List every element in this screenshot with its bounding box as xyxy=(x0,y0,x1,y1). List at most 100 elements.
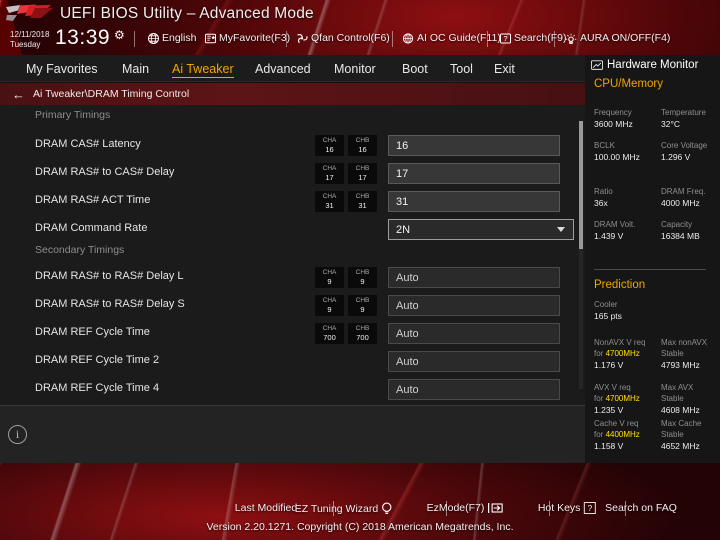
breadcrumb[interactable]: ← Ai Tweaker\DRAM Timing Control xyxy=(0,83,585,105)
channel-b-label: CHB xyxy=(355,137,370,144)
header-separator xyxy=(392,31,393,47)
metric-value: 4793 MHz xyxy=(661,360,700,370)
tab-advanced[interactable]: Advanced xyxy=(255,55,311,82)
prediction-metric: NonAVX V req for 4700MHz 1.176 V xyxy=(594,337,645,371)
setting-value-input[interactable]: Auto xyxy=(388,323,560,344)
tab-label: My Favorites xyxy=(26,61,98,76)
channel-b-value: 16 xyxy=(358,145,367,154)
setting-row[interactable]: DRAM REF Cycle Time 2 Auto xyxy=(0,351,585,372)
setting-value-input[interactable]: Auto xyxy=(388,351,560,372)
tab-boot[interactable]: Boot xyxy=(402,55,428,82)
header-item-english[interactable]: English xyxy=(148,32,196,44)
channel-b-label: CHB xyxy=(355,325,370,332)
setting-value-input[interactable]: 16 xyxy=(388,135,560,156)
channel-b-label: CHB xyxy=(355,269,370,276)
setting-value-input[interactable]: 17 xyxy=(388,163,560,184)
setting-value: Auto xyxy=(396,355,419,368)
metric-value: 1.296 V xyxy=(661,152,691,162)
metric-value: 4652 MHz xyxy=(661,441,700,451)
svg-text:?: ? xyxy=(503,34,507,43)
prediction-metric: Cache V req for 4400MHz 1.158 V xyxy=(594,418,640,452)
setting-value-input[interactable]: Auto xyxy=(388,379,560,400)
clock-text: 13:39 xyxy=(55,26,111,49)
header-item-qfan-control-f6[interactable]: Qfan Control(F6) xyxy=(296,32,390,44)
channel-b-readout: CHB 17 xyxy=(348,163,377,184)
cpu-memory-metric: DRAM Freq. 4000 MHz xyxy=(661,186,705,209)
top-header: UEFI BIOS Utility – Advanced Mode 12/11/… xyxy=(0,0,720,55)
sidebar-title: Hardware Monitor xyxy=(591,59,698,71)
channel-b-value: 17 xyxy=(358,173,367,182)
metric-sublabel: Stable xyxy=(661,430,684,439)
setting-value: Auto xyxy=(396,271,419,284)
channel-a-value: 16 xyxy=(325,145,334,154)
metric-value: 165 pts xyxy=(594,311,622,321)
settings-scrollbar[interactable] xyxy=(579,121,583,389)
setting-row[interactable]: DRAM CAS# Latency CHA 16 CHB 16 16 xyxy=(0,135,585,156)
prediction-metric: Max Cache Stable 4652 MHz xyxy=(661,418,701,452)
setting-row[interactable]: DRAM REF Cycle Time CHA 700 CHB 700 Auto xyxy=(0,323,585,344)
tab-main[interactable]: Main xyxy=(122,55,149,82)
footer-item-last-modified[interactable]: Last Modified xyxy=(235,502,297,514)
channel-b-readout: CHB 9 xyxy=(348,295,377,316)
setting-row[interactable]: DRAM Command Rate 2N xyxy=(0,219,585,240)
info-icon[interactable]: i xyxy=(8,425,27,444)
channel-a-label: CHA xyxy=(322,165,337,172)
setting-row[interactable]: DRAM REF Cycle Time 4 Auto xyxy=(0,379,585,400)
prediction-metric: Cooler 165 pts xyxy=(594,299,622,322)
metric-value: 1.176 V xyxy=(594,360,624,370)
footer-item-ez-tuning-wizard[interactable]: EZ Tuning Wizard xyxy=(295,502,393,515)
cpu-memory-metric: DRAM Volt. 1.439 V xyxy=(594,219,635,242)
channel-a-value: 700 xyxy=(323,333,336,342)
tab-label: Main xyxy=(122,61,150,76)
date-display: 12/11/2018 Tuesday xyxy=(10,30,49,49)
setting-row[interactable]: DRAM RAS# to RAS# Delay S CHA 9 CHB 9 Auto xyxy=(0,295,585,316)
tab-my-favorites[interactable]: My Favorites xyxy=(26,55,98,82)
tab-monitor[interactable]: Monitor xyxy=(334,55,376,82)
prediction-metric: AVX V req for 4700MHz 1.235 V xyxy=(594,382,640,416)
setting-value-input[interactable]: 31 xyxy=(388,191,560,212)
setting-row[interactable]: DRAM RAS# to CAS# Delay CHA 17 CHB 17 17 xyxy=(0,163,585,184)
channel-b-label: CHB xyxy=(355,193,370,200)
channel-a-label: CHA xyxy=(322,193,337,200)
footer-item-ezmode-f7-[interactable]: EzMode(F7) xyxy=(427,502,504,514)
header-item-label: Qfan Control(F6) xyxy=(311,32,390,44)
channel-a-value: 9 xyxy=(327,277,332,286)
header-item-ai-oc-guide-f11[interactable]: AI OC Guide(F11) xyxy=(402,32,501,44)
header-item-aura-on-off-f4[interactable]: AURA ON/OFF(F4) xyxy=(565,32,670,44)
footer-item-search-on-faq[interactable]: Search on FAQ xyxy=(605,502,677,514)
channel-b-readout: CHB 700 xyxy=(348,323,377,344)
prediction-heading: Prediction xyxy=(594,279,646,291)
tab-exit[interactable]: Exit xyxy=(494,55,515,82)
question-key-icon: ? xyxy=(583,502,597,514)
setting-row[interactable]: DRAM RAS# ACT Time CHA 31 CHB 31 31 xyxy=(0,191,585,212)
metric-sublabel: Stable xyxy=(661,394,684,403)
bulb-icon xyxy=(382,502,392,515)
channel-a-readout: CHA 700 xyxy=(315,323,344,344)
gear-icon[interactable]: ⚙ xyxy=(114,28,125,42)
aura-icon xyxy=(565,33,577,44)
channel-a-readout: CHA 9 xyxy=(315,295,344,316)
tab-label: Advanced xyxy=(255,61,311,76)
setting-label: DRAM RAS# to RAS# Delay L xyxy=(35,270,184,282)
channel-b-label: CHB xyxy=(355,297,370,304)
weekday-text: Tuesday xyxy=(10,39,41,49)
chevron-down-icon[interactable] xyxy=(557,227,565,232)
setting-row[interactable]: DRAM RAS# to RAS# Delay L CHA 9 CHB 9 Auto xyxy=(0,267,585,288)
scrollbar-thumb[interactable] xyxy=(579,121,583,249)
tab-tool[interactable]: Tool xyxy=(450,55,473,82)
header-item-search-f9[interactable]: ? Search(F9) xyxy=(500,32,567,44)
tab-label: Exit xyxy=(494,61,515,76)
setting-dropdown[interactable]: 2N xyxy=(388,219,574,240)
tab-ai-tweaker[interactable]: Ai Tweaker xyxy=(172,55,234,82)
footer-item-hot-keys[interactable]: Hot Keys? xyxy=(538,502,597,514)
search-icon: ? xyxy=(500,33,511,43)
setting-value: Auto xyxy=(396,299,419,312)
metric-label: Cooler xyxy=(594,300,618,309)
metric-sublabel: Stable xyxy=(661,349,684,358)
setting-value-input[interactable]: Auto xyxy=(388,267,560,288)
metric-highlight: 4700MHz xyxy=(605,349,640,358)
back-arrow-icon[interactable]: ← xyxy=(12,88,25,101)
header-item-myfavorite-f3[interactable]: MyFavorite(F3) xyxy=(205,32,290,44)
setting-value-input[interactable]: Auto xyxy=(388,295,560,316)
channel-a-label: CHA xyxy=(322,325,337,332)
